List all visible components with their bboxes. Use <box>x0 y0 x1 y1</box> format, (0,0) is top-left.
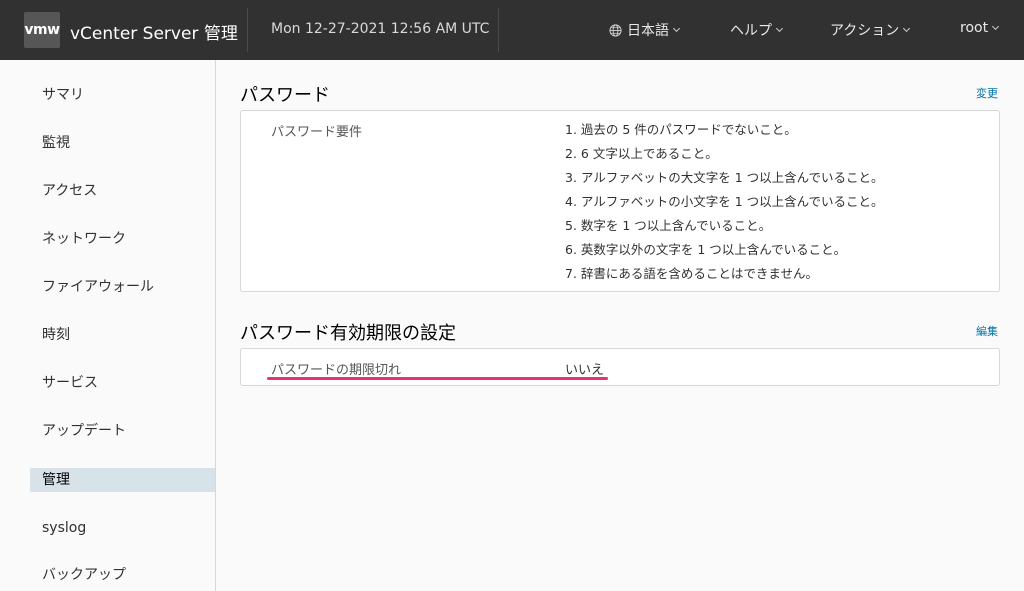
actions-label: アクション <box>830 23 900 39</box>
password-expiration-label: パスワードの期限切れ <box>271 363 402 378</box>
sidebar-item-networking[interactable]: ネットワーク <box>30 227 215 251</box>
main-content: パスワード 変更 パスワード要件 1. 過去の 5 件のパスワードでないこと。 … <box>217 60 1024 591</box>
list-item: 5. 数字を 1 つ以上含んでいること。 <box>565 218 772 233</box>
help-menu[interactable]: ヘルプ <box>730 20 784 40</box>
sidebar-item-services[interactable]: サービス <box>30 371 215 395</box>
list-item: 3. アルファベットの大文字を 1 つ以上含んでいること。 <box>565 170 884 185</box>
highlight-underline <box>267 377 608 380</box>
globe-icon <box>609 23 622 37</box>
password-requirements-card: パスワード要件 1. 過去の 5 件のパスワードでないこと。 2. 6 文字以上… <box>240 110 1000 292</box>
sidebar-nav: サマリ 監視 アクセス ネットワーク ファイアウォール 時刻 サービス アップデ… <box>0 60 216 591</box>
header-datetime: Mon 12-27-2021 12:56 AM UTC <box>271 21 490 37</box>
sidebar-item-administration[interactable]: 管理 <box>30 468 215 492</box>
password-requirements-list: 1. 過去の 5 件のパスワードでないこと。 2. 6 文字以上であること。 3… <box>565 121 884 289</box>
language-label: 日本語 <box>627 23 669 39</box>
chevron-down-icon <box>992 22 1000 30</box>
sidebar-item-summary[interactable]: サマリ <box>30 83 215 107</box>
sidebar-item-firewall[interactable]: ファイアウォール <box>30 275 215 299</box>
password-expiration-value: いいえ <box>565 363 605 378</box>
password-section-title: パスワード <box>240 85 330 106</box>
app-title: vCenter Server 管理 <box>70 24 238 44</box>
list-item: 2. 6 文字以上であること。 <box>565 146 718 161</box>
sidebar-item-monitor[interactable]: 監視 <box>30 131 215 155</box>
list-item: 7. 辞書にある語を含めることはできません。 <box>565 266 819 281</box>
user-label: root <box>960 20 989 36</box>
edit-expiration-link[interactable]: 編集 <box>976 323 998 339</box>
chevron-down-icon <box>775 24 784 32</box>
help-label: ヘルプ <box>730 23 772 39</box>
chevron-down-icon <box>672 24 681 32</box>
user-menu[interactable]: root <box>960 20 1000 36</box>
list-item: 6. 英数字以外の文字を 1 つ以上含んでいること。 <box>565 242 847 257</box>
expiration-section-title: パスワード有効期限の設定 <box>240 323 456 344</box>
sidebar-item-syslog[interactable]: syslog <box>30 516 215 540</box>
top-header: vmw vCenter Server 管理 Mon 12-27-2021 12:… <box>0 0 1024 60</box>
password-requirements-label: パスワード要件 <box>271 125 363 140</box>
vmware-logo[interactable]: vmw <box>24 12 60 48</box>
chevron-down-icon <box>903 24 911 32</box>
actions-menu[interactable]: アクション <box>830 20 911 40</box>
list-item: 1. 過去の 5 件のパスワードでないこと。 <box>565 122 797 137</box>
expiration-card: パスワードの期限切れ いいえ <box>240 348 1000 386</box>
header-divider <box>498 8 499 52</box>
change-password-link[interactable]: 変更 <box>976 85 998 101</box>
language-menu[interactable]: 日本語 <box>609 20 681 40</box>
sidebar-item-backup[interactable]: バックアップ <box>30 563 215 587</box>
header-divider <box>247 8 248 52</box>
list-item: 4. アルファベットの小文字を 1 つ以上含んでいること。 <box>565 194 884 209</box>
sidebar-item-time[interactable]: 時刻 <box>30 323 215 347</box>
sidebar-item-access[interactable]: アクセス <box>30 179 215 203</box>
sidebar-item-update[interactable]: アップデート <box>30 419 215 443</box>
